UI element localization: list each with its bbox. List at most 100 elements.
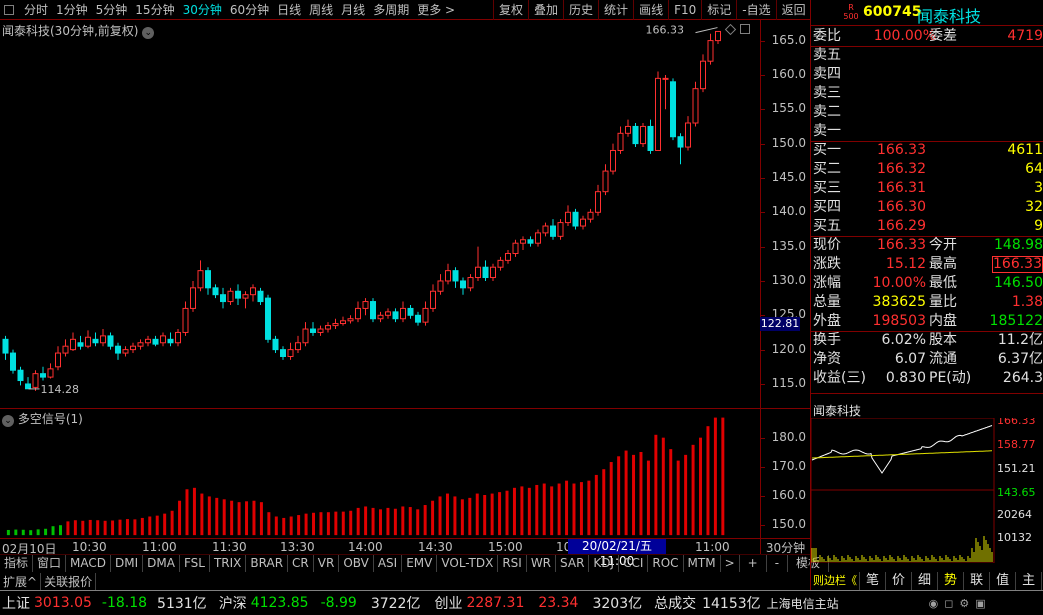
indicator-tab-8[interactable]: CR — [288, 555, 314, 572]
indicator-control-0[interactable]: + — [740, 555, 767, 572]
indicator-tab-9[interactable]: VR — [314, 555, 340, 572]
buy-level-0-value2: 4611 — [1007, 142, 1043, 158]
indicator-bar — [490, 493, 494, 536]
tool-5[interactable]: F10 — [668, 0, 701, 20]
stat-row-4-value: 198503 — [872, 313, 926, 329]
settings-icon[interactable]: ⚙ — [959, 597, 975, 610]
side-tab-0[interactable]: 笔 — [860, 572, 887, 590]
candlestick-chart[interactable]: 166.33 114.28 — [0, 20, 760, 408]
indicator-tab-18[interactable]: CCI — [619, 555, 649, 572]
window-icon[interactable]: ▣ — [975, 597, 991, 610]
indicator-tab-2[interactable]: MACD — [66, 555, 112, 572]
hs-index-label[interactable]: 沪深 — [219, 593, 247, 613]
side-tab-3[interactable]: 势 — [938, 572, 965, 590]
indicator-tab-1[interactable]: 窗口 — [33, 555, 67, 572]
period-3[interactable]: 15分钟 — [131, 3, 178, 17]
tool-3[interactable]: 统计 — [598, 0, 633, 20]
badge-top: R — [848, 3, 854, 12]
indicator-bar — [364, 506, 368, 536]
indicator-bar — [520, 486, 524, 536]
indicator-tab-21[interactable]: > — [721, 555, 740, 572]
chevron-down-icon[interactable]: ⌄ — [142, 27, 155, 39]
indicator-bar — [349, 510, 353, 536]
indicator-tab-10[interactable]: OBV — [339, 555, 374, 572]
indicator-tab-16[interactable]: SAR — [556, 555, 590, 572]
indicator-bar — [304, 513, 308, 536]
indicator-tab-17[interactable]: KDJ — [589, 555, 620, 572]
period-2[interactable]: 5分钟 — [92, 3, 132, 17]
candle-body — [392, 311, 399, 320]
intraday-mini-chart[interactable]: 166.33 158.77 151.21 143.65 20264 10132 — [811, 418, 1043, 563]
message-icon[interactable]: ◻ — [944, 597, 959, 610]
tool-6[interactable]: 标记 — [701, 0, 736, 20]
indicator-tab-20[interactable]: MTM — [684, 555, 721, 572]
side-tab-1[interactable]: 价 — [886, 572, 913, 590]
tool-4[interactable]: 画线 — [633, 0, 668, 20]
indicator-bar — [386, 507, 390, 536]
indicator-tab-11[interactable]: ASI — [374, 555, 403, 572]
cy-index-label[interactable]: 创业 — [434, 593, 462, 613]
indicator-bar — [312, 512, 316, 536]
marker-icon[interactable] — [724, 23, 737, 36]
period-9[interactable]: 多周期 — [369, 3, 413, 17]
indicator-tab-0[interactable]: 指标 — [0, 555, 34, 572]
tool-0[interactable]: 复权 — [493, 0, 528, 20]
candle-body — [40, 373, 46, 378]
indicator-control-1[interactable]: - — [767, 555, 789, 572]
candle-body — [640, 125, 646, 145]
signal-icon[interactable]: ◉ — [929, 597, 945, 610]
side-tab-4[interactable]: 联 — [964, 572, 991, 590]
stat-row-7-label: 收益(三) — [813, 370, 866, 386]
side-tab-2[interactable]: 细 — [912, 572, 939, 590]
indicator-tab-12[interactable]: EMV — [402, 555, 438, 572]
candle-body — [212, 287, 219, 296]
period-4[interactable]: 30分钟 — [179, 3, 226, 17]
period-0[interactable]: 分时 — [20, 3, 52, 17]
indicator-tab-7[interactable]: BRAR — [246, 555, 289, 572]
low-label: 114.28 — [41, 383, 80, 396]
sh-index-label[interactable]: 上证 — [2, 593, 30, 613]
maximize-icon[interactable] — [740, 24, 750, 34]
ext-tab-0[interactable]: 扩展^ — [0, 572, 42, 590]
tool-1[interactable]: 叠加 — [528, 0, 563, 20]
indicator-tab-5[interactable]: FSL — [180, 555, 210, 572]
side-bar-toggle[interactable]: 则边栏《 — [811, 572, 860, 590]
period-1[interactable]: 1分钟 — [52, 3, 92, 17]
stat-row-2-value: 10.00% — [872, 275, 926, 291]
side-tab-5[interactable]: 值 — [990, 572, 1017, 590]
indicator-bar — [423, 505, 427, 536]
tool-menu: 复权 叠加 历史 统计 画线 F10 标记 -自选 返回 — [493, 0, 811, 20]
candle-body — [580, 218, 586, 227]
ext-tab-1[interactable]: 关联报价 — [41, 572, 97, 590]
indicator-bar — [661, 437, 665, 536]
stat-row-4-label: 外盘 — [813, 313, 841, 329]
stat-row-3-label2: 量比 — [929, 294, 957, 310]
buy-level-3: 买四 166.30 32 — [811, 198, 1043, 217]
indicator-tab-13[interactable]: VOL-TDX — [437, 555, 499, 572]
period-7[interactable]: 周线 — [305, 3, 337, 17]
tool-8[interactable]: 返回 — [775, 0, 811, 20]
indicator-tab-15[interactable]: WR — [527, 555, 557, 572]
indicator-bar — [222, 499, 226, 536]
chevron-down-icon[interactable]: ⌄ — [2, 415, 14, 427]
tool-2[interactable]: 历史 — [563, 0, 598, 20]
side-tab-6[interactable]: 主 — [1016, 572, 1043, 590]
period-6[interactable]: 日线 — [273, 3, 305, 17]
menu-icon[interactable] — [4, 4, 14, 15]
indicator-tab-14[interactable]: RSI — [498, 555, 527, 572]
indicator-bar — [535, 484, 539, 536]
period-8[interactable]: 月线 — [337, 3, 369, 17]
stock-badge: R 500 — [841, 3, 861, 21]
server-name[interactable]: 上海电信主站 — [767, 595, 839, 612]
indicator-chart[interactable] — [0, 408, 760, 538]
indicator-tab-3[interactable]: DMI — [111, 555, 144, 572]
indicator-tab-6[interactable]: TRIX — [210, 555, 247, 572]
tool-7[interactable]: -自选 — [736, 0, 775, 20]
candle-body — [10, 352, 16, 371]
period-10[interactable]: 更多 > — [413, 3, 459, 17]
side-tabs: 则边栏《笔价细势联值主筹 — [811, 572, 1043, 590]
period-5[interactable]: 60分钟 — [226, 3, 273, 17]
buy-level-4-value: 166.29 — [877, 218, 926, 234]
indicator-tab-4[interactable]: DMA — [143, 555, 180, 572]
indicator-tab-19[interactable]: ROC — [648, 555, 684, 572]
